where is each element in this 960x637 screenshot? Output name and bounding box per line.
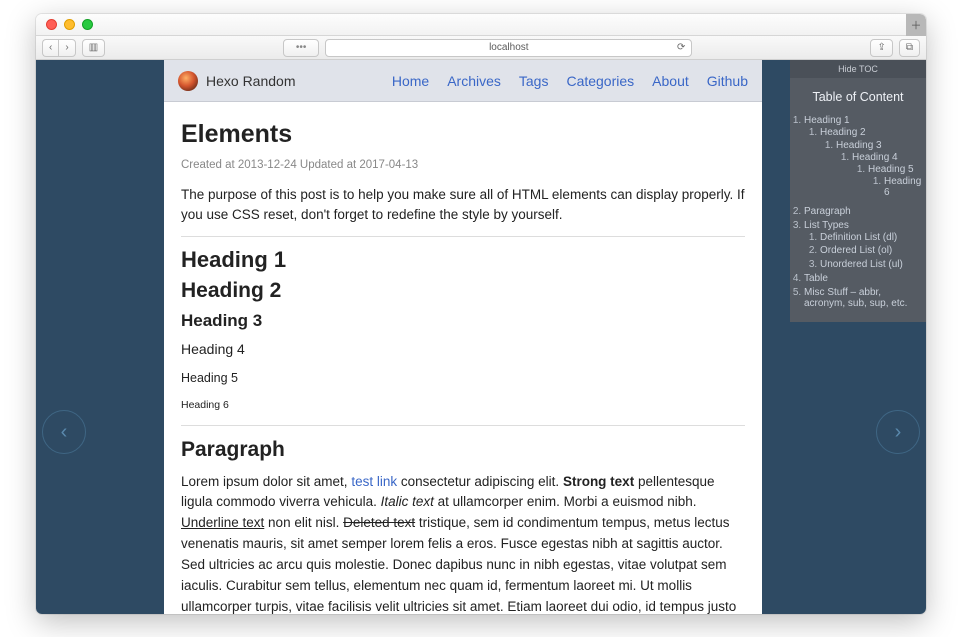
forward-button[interactable]: › [58,39,75,57]
toc-item[interactable]: List Types Definition List (dl) Ordered … [804,219,922,273]
strong-sample: Strong text [563,474,634,489]
toc-item[interactable]: Heading 3 Heading 4 Heading 5 Heading 6 [836,138,922,203]
site-title: Hexo Random [206,73,296,89]
site-header: Hexo Random Home Archives Tags Categorie… [164,60,762,102]
content-column: Hexo Random Home Archives Tags Categorie… [164,60,762,614]
heading-1: Heading 1 [181,247,745,273]
toc-label: Heading 4 [852,152,898,163]
toc-item[interactable]: Ordered List (ol) [820,244,922,257]
page-viewport: ‹ › Hexo Random Home Archives Tags Categ… [36,60,926,614]
nav-home[interactable]: Home [392,73,429,89]
address-text: localhost [489,42,528,53]
deleted-sample: Deleted text [343,515,415,530]
hide-toc-button[interactable]: Hide TOC [790,60,926,78]
refresh-icon[interactable]: ⟳ [677,42,685,53]
toc-item[interactable]: Misc Stuff – abbr, acronym, sub, sup, et… [804,286,922,310]
toc-list: Heading 1 Heading 2 Heading 3 Heading 4 … [790,114,926,310]
toc-label: Heading 1 [804,115,850,126]
para-text: Lorem ipsum dolor sit amet, [181,474,351,489]
new-tab-button[interactable]: ＋ [906,14,926,36]
toc-item[interactable]: Heading 6 [884,175,922,199]
nav-github[interactable]: Github [707,73,748,89]
toc-label: Definition List (dl) [820,232,897,243]
para-text: consectetur adipiscing elit. [397,474,563,489]
nav-categories[interactable]: Categories [566,73,634,89]
divider [181,425,745,426]
nav-archives[interactable]: Archives [447,73,501,89]
italic-sample: Italic text [381,494,434,509]
nav-back-forward: ‹ › [42,39,76,57]
heading-3: Heading 3 [181,311,745,331]
prev-post-button[interactable]: ‹ [42,410,86,454]
heading-4: Heading 4 [181,341,745,357]
paragraph-sample: Lorem ipsum dolor sit amet, test link co… [181,472,745,615]
toc-label: List Types [804,220,849,231]
site-logo-icon[interactable] [178,71,198,91]
next-post-button[interactable]: › [876,410,920,454]
main-nav: Home Archives Tags Categories About Gith… [392,73,748,89]
toc-item[interactable]: Heading 2 Heading 3 Heading 4 Heading 5 [820,126,922,204]
toc-label: Table [804,273,828,284]
reader-pill[interactable]: ••• [283,39,319,57]
test-link[interactable]: test link [351,474,397,489]
heading-6: Heading 6 [181,399,745,411]
browser-toolbar: ‹ › ▥ ••• localhost ⟳ ⇪ ⧉ [36,36,926,60]
divider [181,236,745,237]
safari-window: ＋ ‹ › ▥ ••• localhost ⟳ ⇪ ⧉ ‹ › Hexo Ran… [36,14,926,614]
para-text: non elit nisl. [264,515,343,530]
post-meta: Created at 2013-12-24 Updated at 2017-04… [181,159,745,171]
close-icon[interactable] [46,19,57,30]
toc-label: Heading 6 [884,176,921,198]
toc-item[interactable]: Unordered List (ul) [820,258,922,271]
toc-label: Heading 5 [868,164,914,175]
toc-item[interactable]: Paragraph [804,205,922,218]
post-title: Elements [181,120,745,149]
underline-sample: Underline text [181,515,264,530]
toc-label: Paragraph [804,206,851,217]
back-button[interactable]: ‹ [42,39,58,57]
nav-tags[interactable]: Tags [519,73,549,89]
toc-label: Ordered List (ol) [820,245,892,256]
toc-item[interactable]: Table [804,272,922,285]
share-button[interactable]: ⇪ [870,39,892,57]
toc-item[interactable]: Heading 4 Heading 5 Heading 6 [852,151,922,202]
section-paragraph-heading: Paragraph [181,438,745,462]
para-text: at ullamcorper enim. Morbi a euismod nib… [434,494,697,509]
article-body: Elements Created at 2013-12-24 Updated a… [164,102,762,614]
toc-item[interactable]: Heading 1 Heading 2 Heading 3 Heading 4 … [804,114,922,205]
post-intro: The purpose of this post is to help you … [181,185,745,226]
show-tabs-button[interactable]: ⧉ [899,39,920,57]
heading-5: Heading 5 [181,371,745,385]
toc-item[interactable]: Heading 5 Heading 6 [868,163,922,201]
zoom-icon[interactable] [82,19,93,30]
window-titlebar: ＋ [36,14,926,36]
nav-about[interactable]: About [652,73,689,89]
toc-item[interactable]: Definition List (dl) [820,231,922,244]
heading-2: Heading 2 [181,279,745,303]
address-bar[interactable]: localhost ⟳ [325,39,692,57]
toc-label: Heading 3 [836,140,882,151]
toc-panel: Hide TOC Table of Content Heading 1 Head… [790,60,926,322]
minimize-icon[interactable] [64,19,75,30]
toc-label: Unordered List (ul) [820,259,903,270]
sidebar-toggle-button[interactable]: ▥ [82,39,105,57]
toc-label: Misc Stuff – abbr, acronym, sub, sup, et… [804,287,907,309]
toc-title: Table of Content [790,78,926,114]
toc-label: Heading 2 [820,127,866,138]
